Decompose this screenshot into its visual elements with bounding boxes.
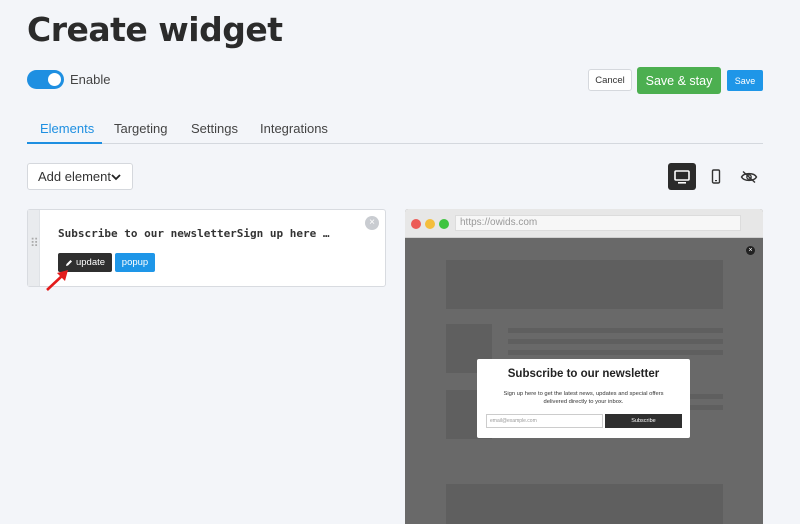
placeholder-block <box>446 260 723 309</box>
element-text: Subscribe to our newsletterSign up here … <box>58 227 333 240</box>
mobile-icon <box>711 169 721 184</box>
preview-close-icon[interactable]: × <box>746 246 755 255</box>
tab-targeting[interactable]: Targeting <box>114 121 167 136</box>
enable-label: Enable <box>70 72 111 87</box>
browser-chrome: https://owids.com <box>405 209 763 238</box>
placeholder-line <box>508 328 723 333</box>
grip-icon: ⠿ <box>30 236 39 250</box>
save-button[interactable]: Save <box>727 70 763 91</box>
tab-elements[interactable]: Elements <box>40 121 94 136</box>
drag-handle[interactable]: ⠿ <box>28 210 40 286</box>
cancel-button[interactable]: Cancel <box>588 69 632 91</box>
enable-toggle[interactable] <box>27 70 64 89</box>
url-bar: https://owids.com <box>455 215 741 231</box>
add-element-dropdown[interactable]: Add element <box>27 163 133 190</box>
desktop-icon <box>674 169 690 184</box>
mobile-view-button[interactable] <box>702 163 730 190</box>
update-label: update <box>75 257 106 268</box>
newsletter-popup: Subscribe to our newsletter Sign up here… <box>477 359 690 438</box>
hide-preview-button[interactable] <box>735 163 763 190</box>
placeholder-line <box>508 350 723 355</box>
email-field[interactable]: email@example.com <box>486 414 603 428</box>
close-icon[interactable]: × <box>365 216 379 230</box>
element-card: ⠿ Subscribe to our newsletterSign up her… <box>27 209 386 287</box>
tab-settings[interactable]: Settings <box>191 121 238 136</box>
placeholder-line <box>508 339 723 344</box>
minimize-dot-icon <box>425 219 435 229</box>
tab-integrations[interactable]: Integrations <box>260 121 328 136</box>
red-arrow-annotation <box>46 270 68 291</box>
preview-browser: https://owids.com × Subscribe to our new… <box>405 209 763 524</box>
page-title: Create widget <box>27 10 283 49</box>
active-tab-indicator <box>27 142 102 144</box>
popup-description: Sign up here to get the latest news, upd… <box>503 391 664 405</box>
popup-type-button[interactable]: popup <box>115 253 155 272</box>
save-and-stay-button[interactable]: Save & stay <box>637 67 721 94</box>
subscribe-button[interactable]: Subscribe <box>605 414 682 428</box>
tab-bar: Elements Targeting Settings Integrations <box>27 113 763 144</box>
popup-title: Subscribe to our newsletter <box>507 368 660 380</box>
add-element-label: Add element <box>38 169 111 184</box>
desktop-view-button[interactable] <box>668 163 696 190</box>
toggle-knob <box>48 73 61 86</box>
eye-slash-icon <box>740 170 758 183</box>
maximize-dot-icon <box>439 219 449 229</box>
pencil-icon <box>65 259 72 266</box>
placeholder-block <box>446 484 723 524</box>
chevron-down-icon <box>111 174 121 181</box>
close-dot-icon <box>411 219 421 229</box>
